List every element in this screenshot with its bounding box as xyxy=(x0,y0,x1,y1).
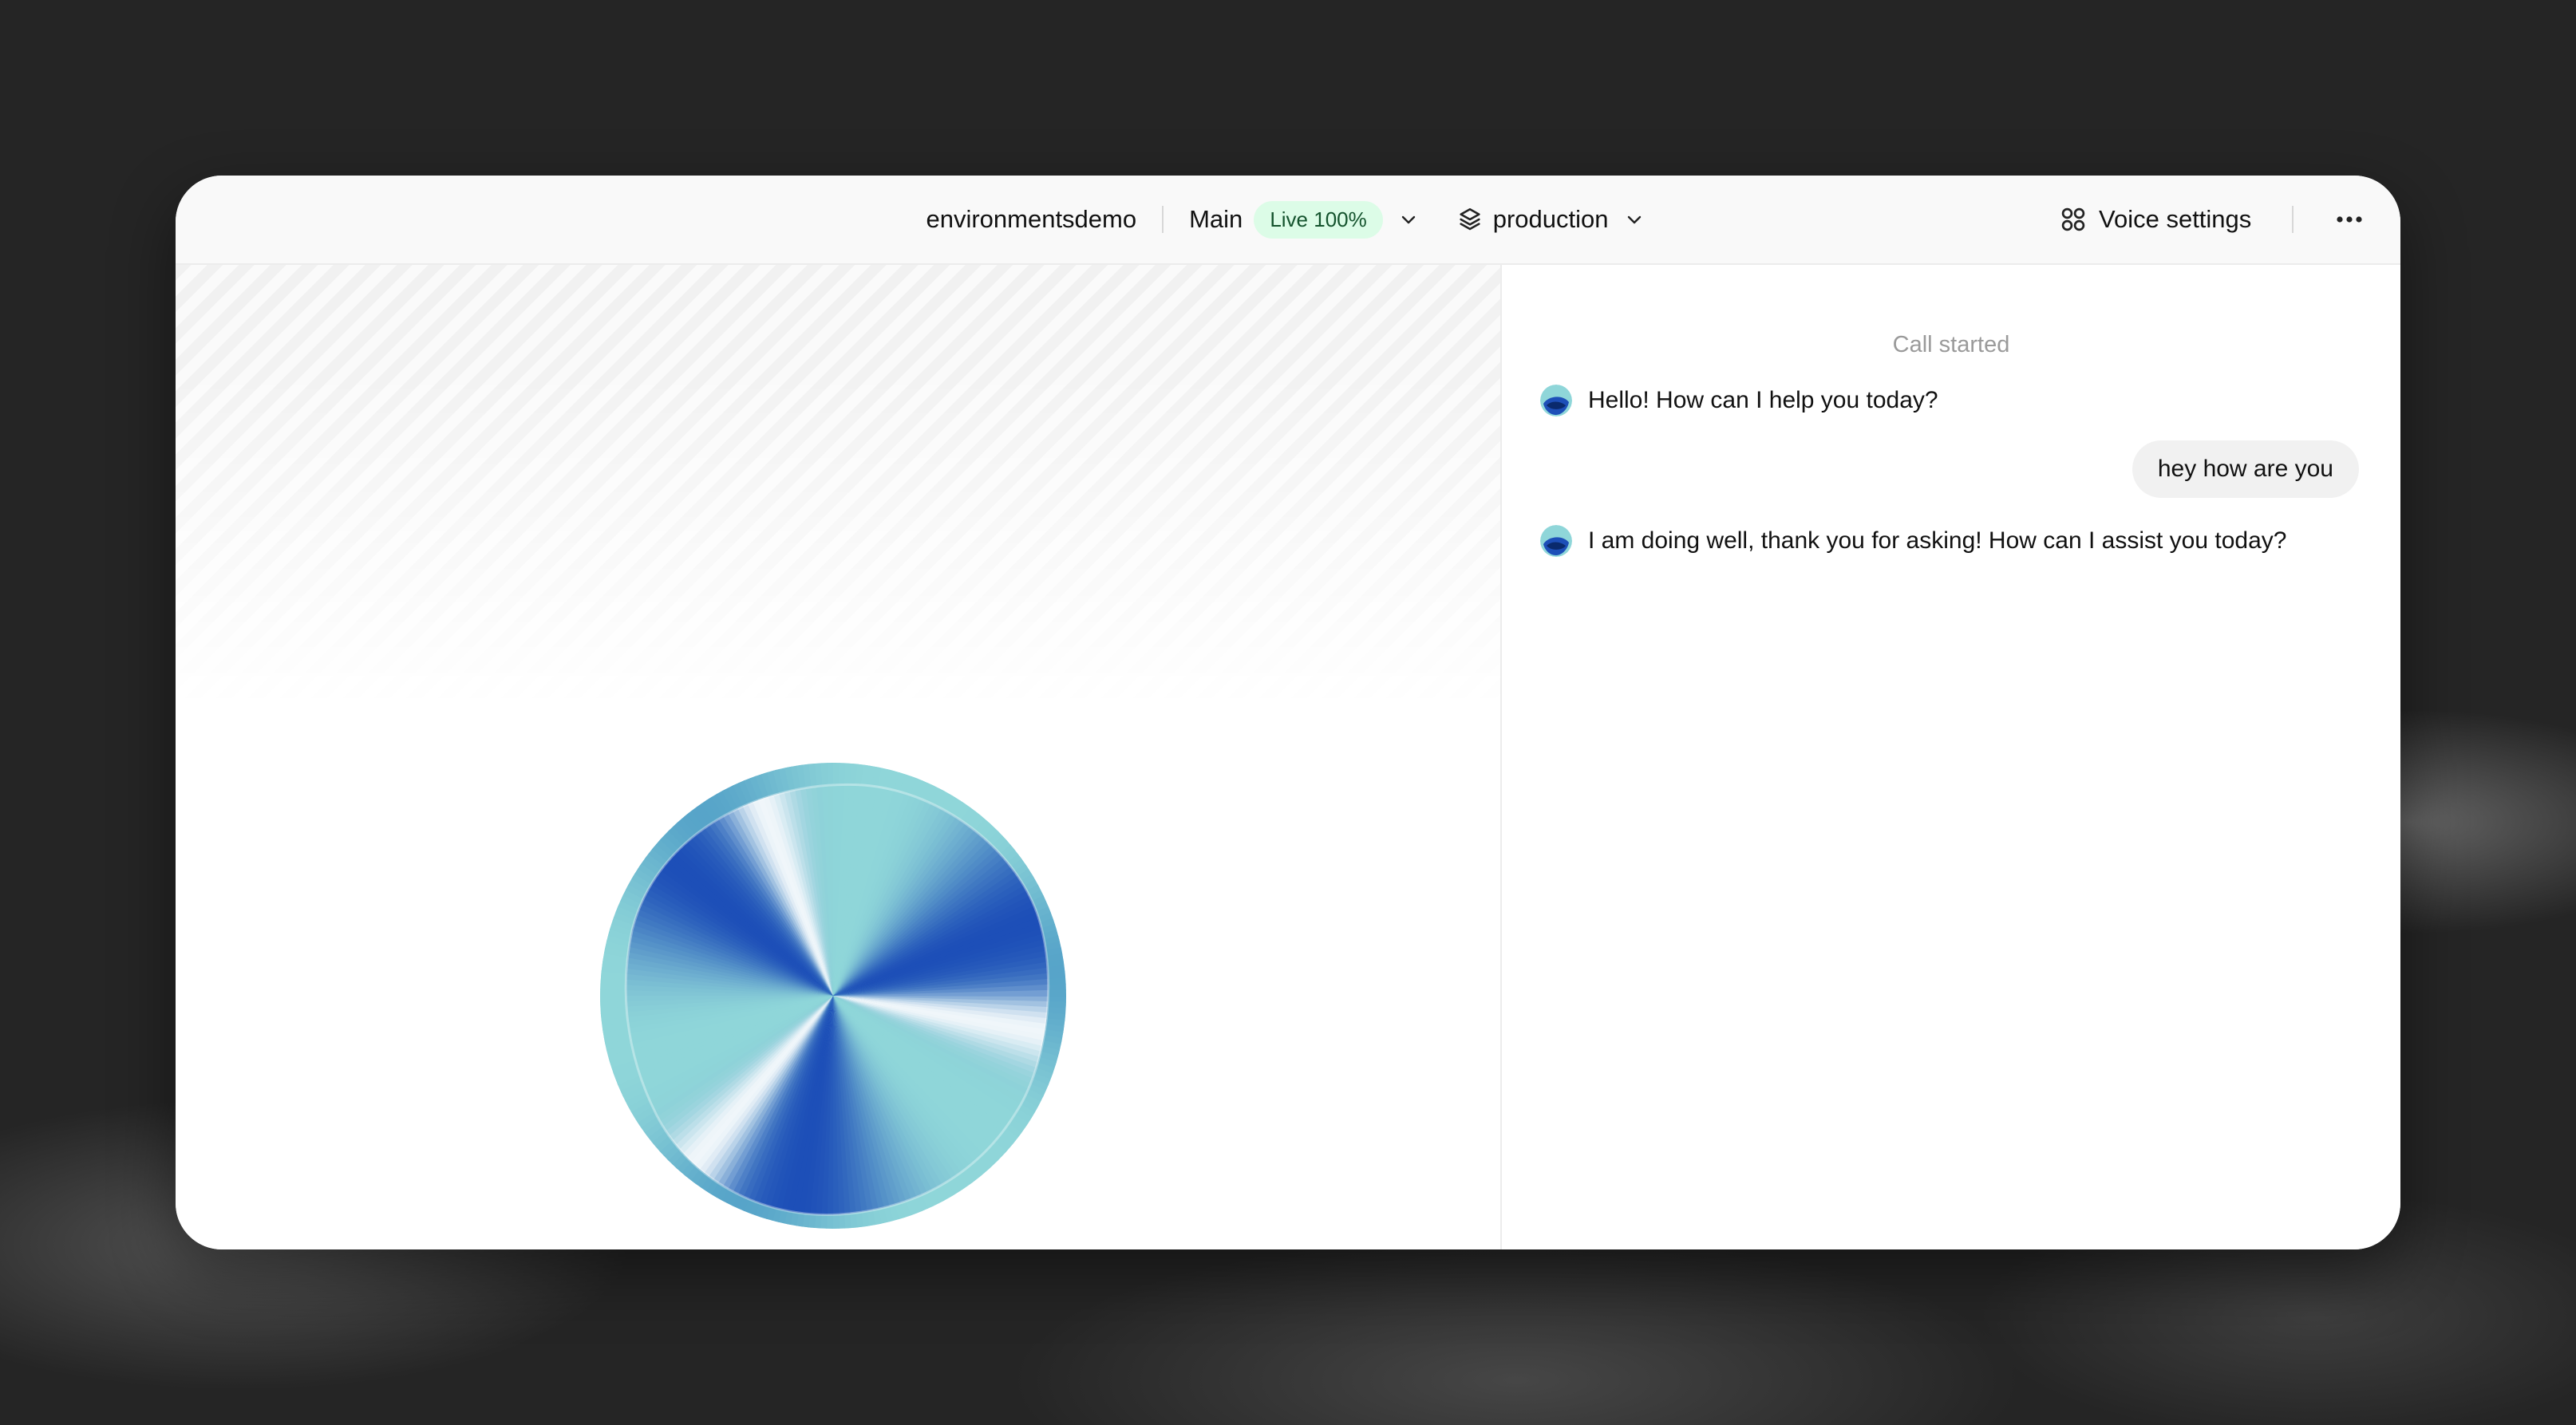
environment-label: production xyxy=(1492,205,1609,233)
agent-message: I am doing well, thank you for asking! H… xyxy=(1540,525,2286,557)
more-options-button[interactable] xyxy=(2333,203,2365,235)
call-status: Call started xyxy=(1892,332,2010,357)
voice-orb xyxy=(600,763,1066,1229)
branch-name[interactable]: Main xyxy=(1189,205,1243,234)
grid-icon xyxy=(2059,205,2088,234)
user-message: hey how are you xyxy=(2132,440,2359,498)
orb-avatar-icon xyxy=(1540,385,1572,416)
agent-message-text: Hello! How can I help you today? xyxy=(1588,387,1938,413)
chevron-down-icon xyxy=(1618,203,1650,235)
more-horizontal-icon xyxy=(2337,216,2362,223)
live-status-badge: Live 100% xyxy=(1254,200,1383,239)
agent-message: Hello! How can I help you today? xyxy=(1540,385,1938,416)
agent-name[interactable]: environmentsdemo xyxy=(926,205,1136,234)
voice-settings-label: Voice settings xyxy=(2099,205,2252,233)
header-divider xyxy=(2292,206,2294,233)
transcript-panel: Call started Hello! How can I help you t… xyxy=(1502,265,2400,1249)
voice-settings-button[interactable]: Voice settings xyxy=(2059,176,2251,263)
orb-avatar-icon xyxy=(1540,525,1572,557)
voice-panel xyxy=(176,265,1500,1249)
chevron-down-icon[interactable] xyxy=(1393,203,1424,235)
top-bar: environmentsdemo Main Live 100% producti… xyxy=(176,176,2400,265)
environment-selector[interactable]: production xyxy=(1456,203,1650,235)
layers-icon xyxy=(1456,206,1484,233)
header-divider xyxy=(1162,206,1164,233)
app-window: environmentsdemo Main Live 100% producti… xyxy=(176,176,2400,1249)
agent-message-text: I am doing well, thank you for asking! H… xyxy=(1588,527,2287,554)
user-message-text: hey how are you xyxy=(2157,456,2333,482)
